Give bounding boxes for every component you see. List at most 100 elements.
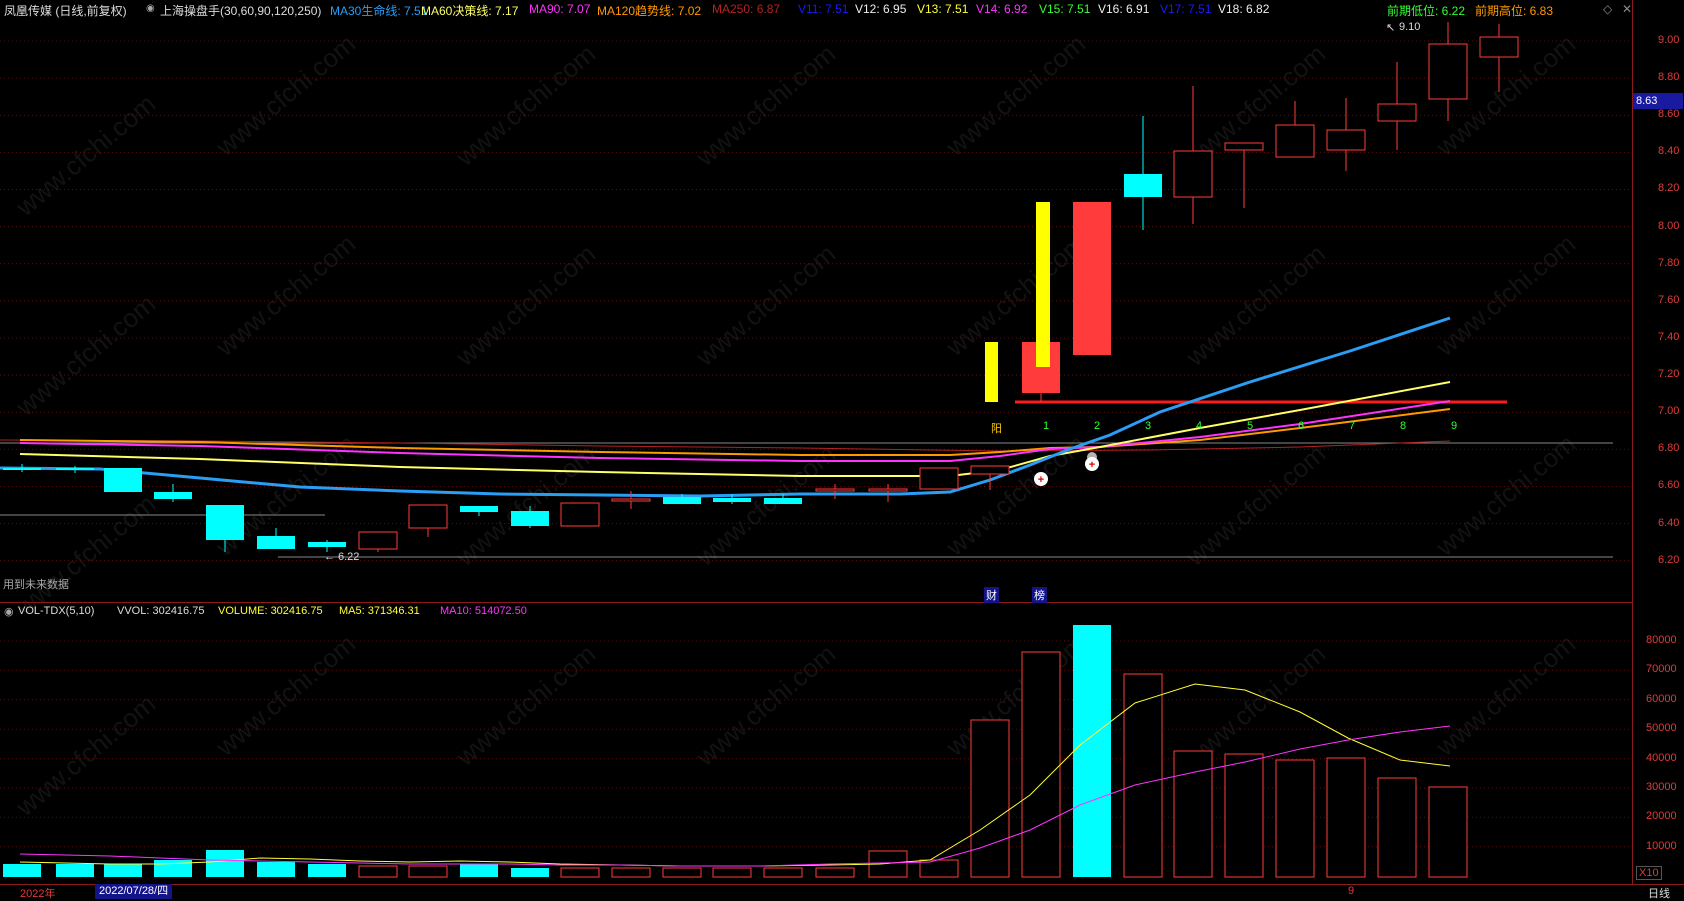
volume-tick-label: 20000 <box>1646 810 1677 823</box>
volume-bar <box>56 864 94 877</box>
volume-bars <box>3 625 1468 878</box>
cai-badge[interactable]: 财 <box>984 587 999 603</box>
price-tick-label: 9.00 <box>1658 34 1680 46</box>
current-price-box: 8.63 <box>1633 93 1683 109</box>
price-tick-label: 8.40 <box>1658 145 1680 158</box>
price-tick-label: 8.60 <box>1658 108 1680 121</box>
high-label: 9.10 <box>1399 21 1421 33</box>
volume-bar <box>1428 786 1468 878</box>
sequence-count-label: 3 <box>1145 420 1152 432</box>
candle-body <box>1224 142 1264 151</box>
volume-bar <box>358 865 398 878</box>
volume-bar <box>3 864 41 877</box>
volume-bar <box>460 864 498 877</box>
volume-bar <box>1275 759 1315 878</box>
candle-body <box>1326 129 1366 151</box>
volume-bar <box>815 867 855 878</box>
buy-signal-icon-3[interactable] <box>1087 452 1097 462</box>
candle-body <box>206 505 244 540</box>
volume-bar <box>662 867 702 878</box>
volume-bar <box>1224 753 1264 878</box>
price-tick-label: 8.20 <box>1658 182 1680 195</box>
candle-body <box>663 497 701 504</box>
low-arrow-icon: ← <box>324 551 335 563</box>
candle-body <box>611 498 651 502</box>
volume-bar <box>611 867 651 878</box>
volume-tick-label: 30000 <box>1646 781 1677 793</box>
volume-bar <box>1021 651 1061 878</box>
signal-bar-1 <box>985 342 998 402</box>
candle-body <box>1124 174 1162 197</box>
sequence-count-label: 5 <box>1247 420 1254 432</box>
candle-body <box>764 498 802 504</box>
yang-label: 阳 <box>991 423 1002 435</box>
price-tick-label: 6.20 <box>1658 553 1680 566</box>
candle-body <box>308 542 346 547</box>
volume-tick-label: 70000 <box>1646 663 1677 676</box>
candle-body <box>154 492 192 499</box>
price-tick-label: 7.80 <box>1658 256 1680 269</box>
bang-badge[interactable]: 榜 <box>1032 587 1047 603</box>
volume-tick-label: 40000 <box>1646 751 1677 764</box>
candle-body <box>815 488 855 492</box>
volume-tick-label: 10000 <box>1646 839 1677 852</box>
volume-bar <box>1326 757 1366 878</box>
price-tick-label: 7.40 <box>1658 330 1680 343</box>
candle-body <box>713 498 751 502</box>
ma30-line <box>0 316 1451 498</box>
high-arrow-icon: ↖ <box>1386 22 1396 34</box>
volume-bar <box>257 862 295 877</box>
candle-body <box>1428 43 1468 100</box>
vol-ma10-value: MA10: 514072.50 <box>440 605 527 617</box>
volume-tick-label: 60000 <box>1646 692 1677 705</box>
volume-bar <box>712 867 752 878</box>
buy-signal-icon[interactable]: + <box>1034 472 1048 486</box>
price-tick-label: 7.20 <box>1658 368 1680 381</box>
price-tick-label: 7.60 <box>1658 293 1680 306</box>
vvol-value: VVOL: 302416.75 <box>117 605 205 617</box>
signal-bar-2 <box>1036 202 1050 367</box>
volume-tick-label: 80000 <box>1646 634 1677 646</box>
volume-bar <box>560 867 600 878</box>
candle-body <box>1377 103 1417 122</box>
price-tick-label: 6.60 <box>1658 479 1680 492</box>
svg-text:+: + <box>1038 474 1044 486</box>
volume-bar <box>763 867 803 878</box>
candle-body <box>1275 124 1315 158</box>
volume-bar <box>104 864 142 877</box>
price-tick-label: 7.00 <box>1658 405 1680 418</box>
volume-bar <box>206 850 244 877</box>
candle-body <box>257 536 295 549</box>
time-axis[interactable] <box>0 884 1684 901</box>
volume-unit: X10 <box>1636 866 1662 880</box>
candle-body <box>460 506 498 512</box>
candle-body <box>560 502 600 527</box>
price-tick-label: 6.40 <box>1658 516 1680 529</box>
vol-dropdown-icon[interactable]: ◉ <box>4 605 14 618</box>
candle-body <box>868 488 908 492</box>
volume-bar <box>308 864 346 877</box>
candle-body <box>408 504 448 529</box>
volume-bar <box>511 868 549 877</box>
candle-body <box>358 531 398 550</box>
vol-indicator-name[interactable]: VOL-TDX(5,10) <box>18 605 94 617</box>
vol-ma5-value: MA5: 371346.31 <box>339 605 420 617</box>
date-cursor-label: 2022/07/28/四 <box>95 884 173 899</box>
candle-body <box>104 468 142 492</box>
price-tick-label: 8.80 <box>1658 71 1680 84</box>
price-tick-label: 8.00 <box>1658 219 1680 232</box>
kline-chart[interactable]: + + <box>0 0 1632 884</box>
candle-body <box>511 511 549 526</box>
volume-bar <box>408 865 448 878</box>
period-label[interactable]: 日线 <box>1648 885 1670 901</box>
candle-body <box>56 468 94 470</box>
volume-bar <box>1123 673 1163 878</box>
candle-body <box>919 467 959 490</box>
pane-divider[interactable] <box>0 602 1632 603</box>
candle-body <box>1073 202 1111 355</box>
volume-bar <box>1073 625 1111 877</box>
volume-tick-label: 50000 <box>1646 722 1677 735</box>
ma90-line <box>19 400 1451 462</box>
price-tick-label: 6.80 <box>1658 442 1680 455</box>
candle-body <box>1479 36 1519 58</box>
